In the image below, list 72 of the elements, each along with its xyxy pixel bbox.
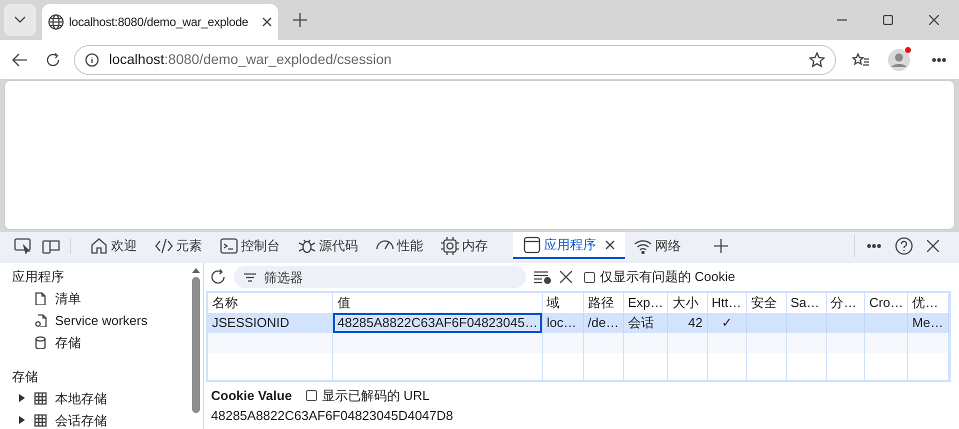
table-cell: Me… (912, 314, 944, 330)
close-icon[interactable] (560, 271, 572, 283)
table-cell: /de… (588, 314, 619, 330)
file-icon (34, 292, 47, 304)
code-icon (155, 236, 173, 254)
sidebar-item[interactable]: 会话存储 (0, 409, 189, 429)
clear-filter-icon[interactable] (534, 270, 552, 284)
new-tab-icon[interactable] (292, 12, 308, 28)
devtools-tab[interactable]: 源代码 (289, 232, 367, 259)
tab-title: localhost:8080/demo_war_explode (69, 14, 250, 31)
more-icon[interactable] (867, 244, 881, 248)
close-icon[interactable] (605, 240, 615, 250)
collapsed-arrow-icon[interactable] (18, 416, 26, 424)
sidebar-item[interactable]: 清单 (0, 287, 189, 309)
scroll-up-icon[interactable] (192, 268, 200, 273)
globe-icon (48, 14, 64, 30)
collapsed-arrow-icon[interactable] (18, 394, 26, 402)
reload-icon[interactable] (46, 52, 60, 66)
window-icon (523, 236, 541, 254)
devtools-tab[interactable]: 应用程序 (513, 232, 625, 259)
table-cell: 42 (688, 314, 703, 330)
chip-icon (441, 236, 459, 254)
help-icon[interactable] (895, 236, 913, 254)
devtools-tab[interactable]: 控制台 (211, 232, 289, 259)
browser-tab[interactable]: localhost:8080/demo_war_explode (42, 4, 278, 40)
avatar-icon[interactable] (888, 48, 910, 70)
column-header[interactable]: 值 (332, 293, 542, 312)
filter-field[interactable]: 筛选器 (234, 266, 526, 288)
chevron-down-icon (14, 16, 26, 24)
reload-icon[interactable] (210, 269, 226, 285)
address-bar[interactable]: localhost:8080/demo_war_exploded/csession (74, 44, 836, 74)
table-cell: 48285A8822C63AF6F04823045… (337, 314, 538, 330)
devtools-tab[interactable]: 元素 (146, 232, 211, 259)
table-icon (34, 414, 47, 426)
more-icon[interactable] (932, 58, 946, 62)
section-heading: 应用程序 (11, 268, 65, 286)
favorites-icon[interactable] (852, 52, 870, 66)
table-row[interactable]: JSESSIONID 48285A8822C63AF6F04823045… loc… /de… 会话 42 ✓ Me… (208, 312, 948, 332)
star-icon[interactable] (809, 52, 825, 68)
close-icon[interactable] (262, 17, 272, 27)
inspect-icon[interactable] (14, 238, 32, 254)
close-icon[interactable] (929, 15, 939, 25)
back-icon[interactable] (12, 52, 28, 66)
terminal-icon (220, 236, 238, 254)
cookie-value-text: 48285A8822C63AF6F04823045D4047D8 (211, 406, 454, 425)
checkbox[interactable]: 显示已解码的 URL (306, 386, 430, 406)
panel-title: Cookie Value (211, 386, 292, 405)
url-text: localhost:8080/demo_war_exploded/csession (109, 50, 393, 69)
section-heading: 存储 (11, 368, 39, 386)
device-icon[interactable] (42, 238, 60, 254)
table-cell: ✓ (721, 314, 732, 330)
scrollbar-thumb[interactable] (192, 277, 200, 413)
close-icon[interactable] (927, 240, 939, 252)
table-cell: loc… (546, 314, 576, 330)
info-icon (85, 52, 99, 66)
cylinder-icon (34, 336, 47, 348)
checkbox[interactable]: 仅显示有问题的 Cookie (584, 267, 736, 287)
file-gear-icon (34, 314, 47, 326)
sidebar-item[interactable]: 存储 (0, 331, 189, 353)
add-tab-icon[interactable] (714, 238, 728, 252)
sidebar-item[interactable]: Service workers (0, 309, 189, 331)
devtools-tab[interactable]: 网络 (625, 232, 690, 259)
table-icon (34, 392, 47, 404)
devtools-tab[interactable]: 欢迎 (81, 232, 146, 259)
filter-icon (244, 273, 256, 282)
sidebar-item[interactable]: 本地存储 (0, 387, 189, 409)
table-cell: 会话 (628, 314, 654, 330)
table-cell: JSESSIONID (212, 314, 290, 330)
maximize-icon[interactable] (883, 15, 893, 25)
devtools-tab[interactable]: 内存 (432, 232, 497, 259)
home-icon (90, 236, 108, 254)
devtools-tab[interactable]: 性能 (367, 232, 432, 259)
